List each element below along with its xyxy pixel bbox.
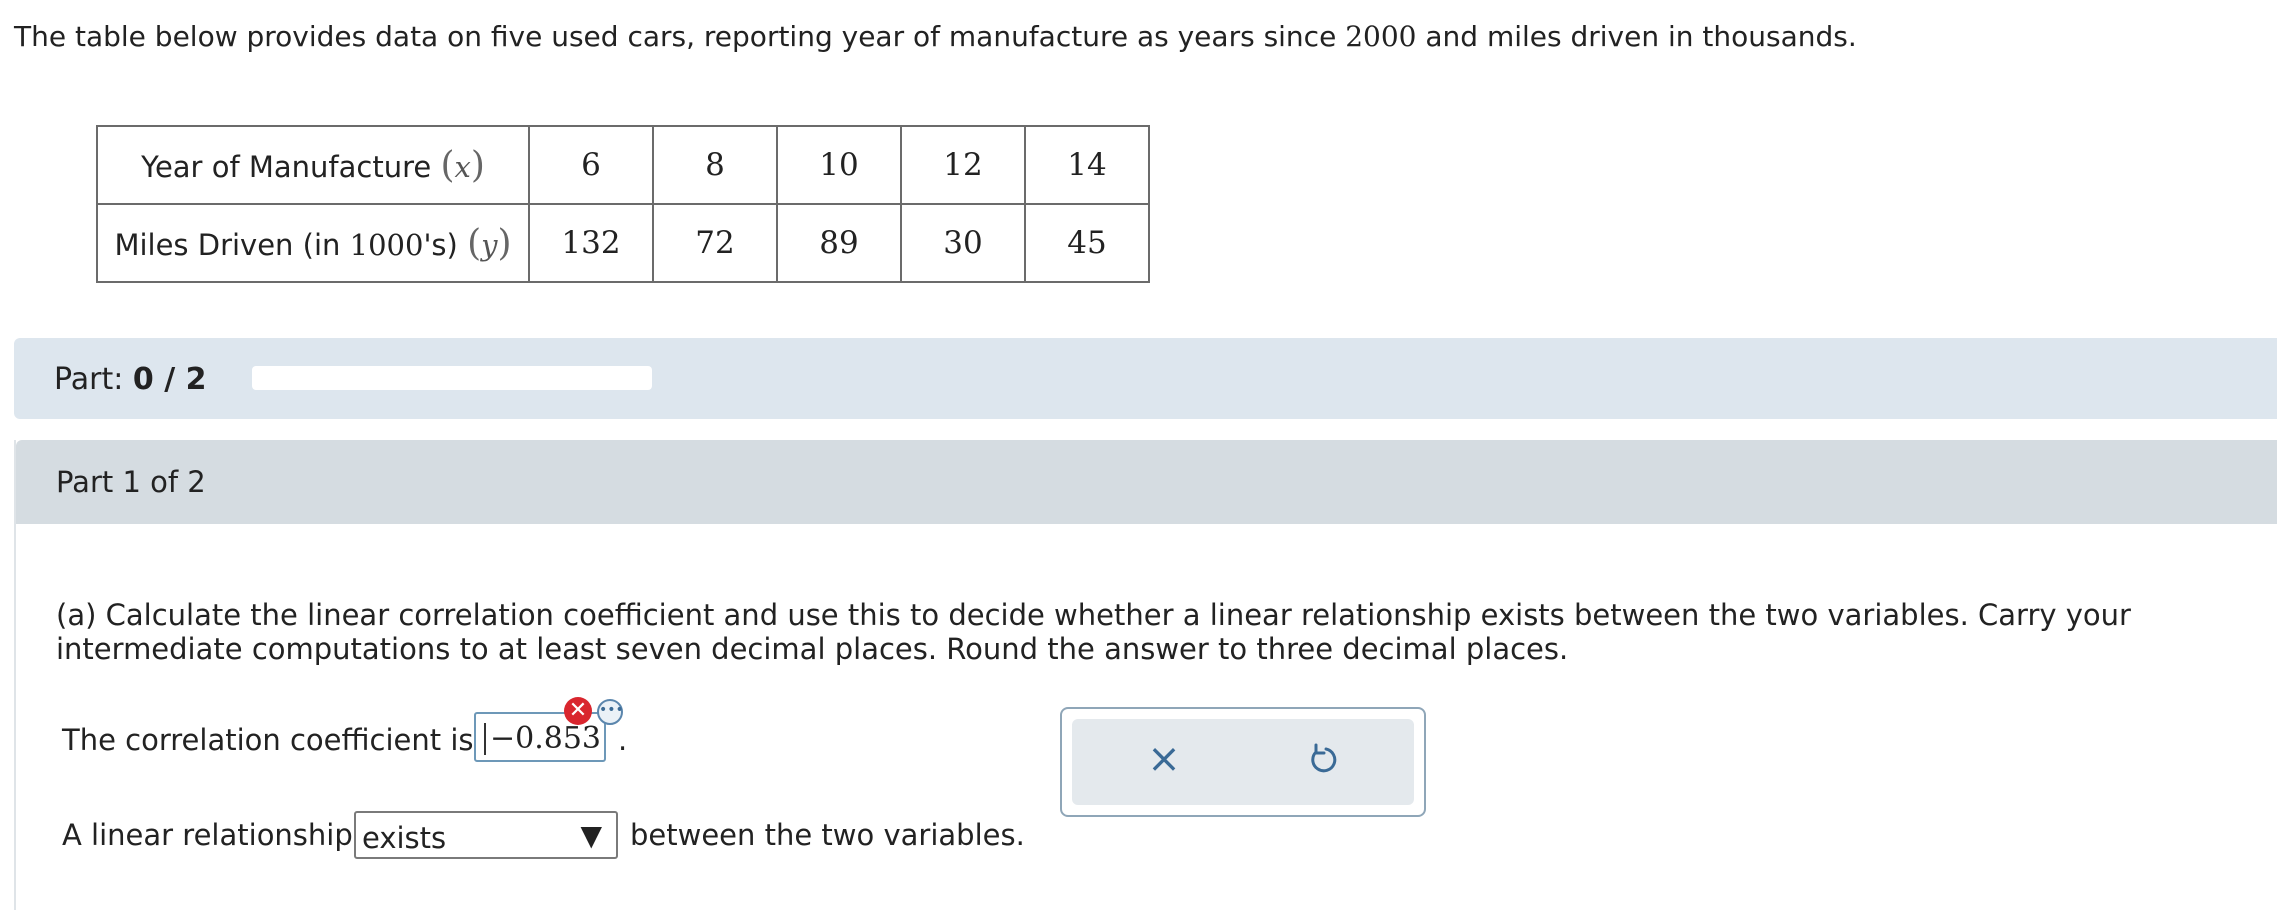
- variable-y: y: [481, 227, 498, 262]
- table-cell: 14: [1024, 125, 1150, 205]
- table-cell: 30: [900, 203, 1026, 283]
- relationship-dropdown[interactable]: exists ▼: [354, 811, 618, 859]
- variable-x: x: [454, 149, 471, 184]
- table-cell: 8: [652, 125, 778, 205]
- part-progress-label: Part: 0 / 2: [54, 362, 206, 397]
- row-header-miles: Miles Driven (in 1000's) (y): [96, 203, 530, 283]
- row-header-miles-number: 1000: [349, 227, 424, 262]
- table-cell: 89: [776, 203, 902, 283]
- car-data-table: Year of Manufacture (x) 6 8 10 12 14 Mil…: [96, 125, 1150, 283]
- paren-open: (: [467, 222, 482, 264]
- sentence-period: .: [618, 723, 628, 757]
- problem-intro: The table below provides data on five us…: [14, 20, 1857, 53]
- table-cell: 72: [652, 203, 778, 283]
- table-cell: 12: [900, 125, 1026, 205]
- incorrect-x-icon: ✕: [564, 697, 592, 725]
- answer-tools-bar: ×: [1072, 719, 1414, 805]
- intro-text-after: and miles driven in thousands.: [1416, 20, 1857, 53]
- row-header-year-label: Year of Manufacture: [141, 149, 441, 184]
- paren-open: (: [440, 144, 455, 186]
- table-row-year: Year of Manufacture (x) 6 8 10 12 14: [96, 125, 1150, 205]
- table-cell: 132: [528, 203, 654, 283]
- table-cell: 6: [528, 125, 654, 205]
- intro-text-before: The table below provides data on five us…: [14, 20, 1346, 53]
- row-header-miles-suffix: 's): [423, 227, 468, 262]
- correlation-prompt: The correlation coefficient is: [62, 723, 474, 757]
- answer-tools-panel: ×: [1060, 707, 1426, 817]
- paren-close: ): [497, 222, 512, 264]
- row-header-year: Year of Manufacture (x): [96, 125, 530, 205]
- row-header-miles-label: Miles Driven (in: [114, 227, 350, 262]
- progress-track: [252, 366, 652, 390]
- table-row-miles: Miles Driven (in 1000's) (y) 132 72 89 3…: [96, 203, 1150, 283]
- part-progress-count: 0 / 2: [132, 362, 207, 397]
- relationship-prompt: A linear relationship: [62, 818, 353, 852]
- table-cell: 10: [776, 125, 902, 205]
- dropdown-arrow-icon: ▼: [580, 819, 602, 852]
- paren-close: ): [470, 144, 485, 186]
- part-header-title: Part 1 of 2: [56, 465, 206, 499]
- correlation-answer-value: −0.853: [483, 721, 602, 756]
- relationship-suffix: between the two variables.: [630, 818, 1025, 852]
- year-base-number: 2000: [1345, 20, 1417, 53]
- more-options-icon[interactable]: •••: [597, 699, 624, 725]
- part-header: Part 1 of 2: [16, 440, 2277, 524]
- table-cell: 45: [1024, 203, 1150, 283]
- reset-undo-icon[interactable]: [1304, 741, 1342, 779]
- relationship-selected-value: exists: [362, 821, 447, 855]
- clear-answer-icon[interactable]: ×: [1144, 739, 1184, 779]
- question-text: (a) Calculate the linear correlation coe…: [56, 598, 2131, 666]
- part-progress-bar: Part: 0 / 2: [14, 338, 2277, 419]
- part-label-text: Part:: [54, 362, 133, 397]
